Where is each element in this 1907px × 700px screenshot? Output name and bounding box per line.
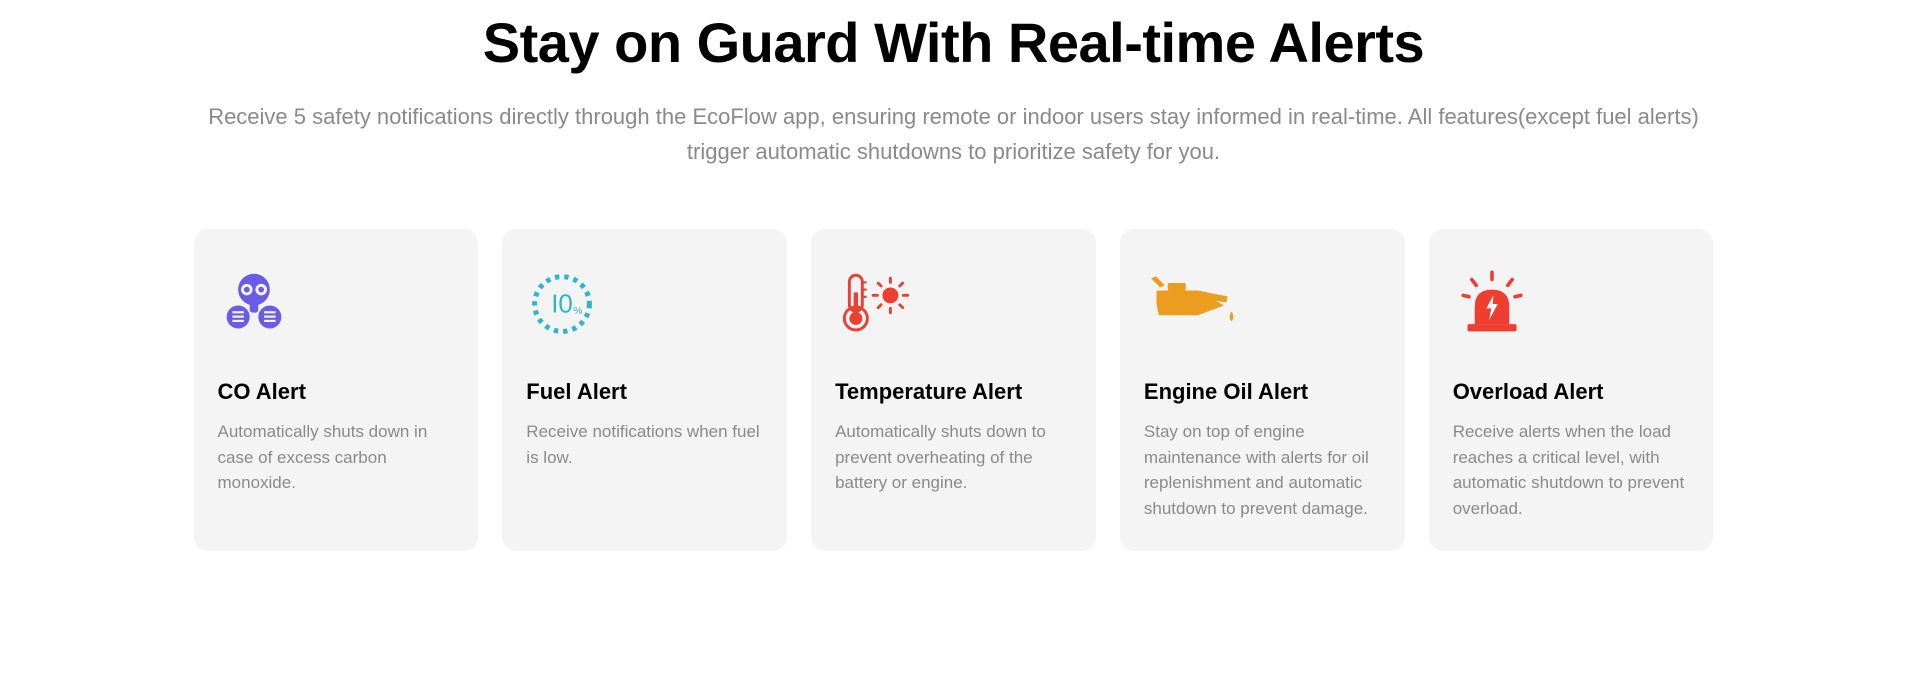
card-description: Stay on top of engine maintenance with a…	[1144, 419, 1381, 521]
card-title: Temperature Alert	[835, 379, 1072, 405]
card-overload-alert: Overload Alert Receive alerts when the l…	[1429, 229, 1714, 551]
siren-icon	[1453, 259, 1690, 349]
card-fuel-alert: I0 % Fuel Alert Receive notifications wh…	[502, 229, 787, 551]
oil-can-icon	[1144, 259, 1381, 349]
card-title: Engine Oil Alert	[1144, 379, 1381, 405]
svg-text:I0: I0	[551, 291, 573, 319]
card-engine-oil-alert: Engine Oil Alert Stay on top of engine m…	[1120, 229, 1405, 551]
svg-text:%: %	[574, 306, 583, 317]
card-description: Receive alerts when the load reaches a c…	[1453, 419, 1690, 521]
card-title: Overload Alert	[1453, 379, 1690, 405]
card-description: Automatically shuts down in case of exce…	[218, 419, 455, 496]
thermometer-sun-icon	[835, 259, 1072, 349]
page-heading: Stay on Guard With Real-time Alerts	[194, 10, 1714, 75]
card-description: Receive notifications when fuel is low.	[526, 419, 763, 470]
page-subheading: Receive 5 safety notifications directly …	[204, 99, 1704, 169]
card-title: Fuel Alert	[526, 379, 763, 405]
gas-mask-icon	[218, 259, 455, 349]
card-temperature-alert: Temperature Alert Automatically shuts do…	[811, 229, 1096, 551]
fuel-gauge-icon: I0 %	[526, 259, 763, 349]
card-title: CO Alert	[218, 379, 455, 405]
card-co-alert: CO Alert Automatically shuts down in cas…	[194, 229, 479, 551]
card-description: Automatically shuts down to prevent over…	[835, 419, 1072, 496]
cards-row: CO Alert Automatically shuts down in cas…	[194, 229, 1714, 551]
